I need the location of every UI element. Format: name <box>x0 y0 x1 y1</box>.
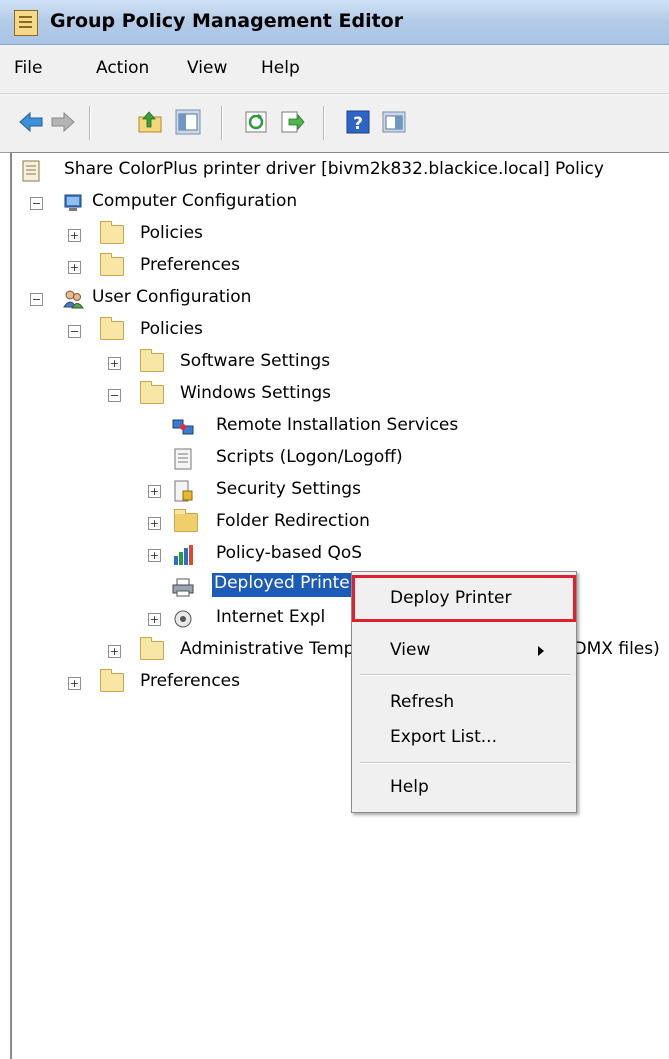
expand-icon[interactable]: + <box>148 485 161 498</box>
internet-explorer-icon <box>174 610 192 628</box>
folder-icon <box>174 509 198 532</box>
tree-item-label: Internet Explorer Maintenance <box>216 607 326 627</box>
menu-item-export-list[interactable]: Export List... <box>390 727 497 747</box>
back-icon[interactable] <box>18 109 44 135</box>
show-hide-console-tree-icon[interactable] <box>175 109 201 135</box>
folder-icon <box>100 253 124 276</box>
svg-text:?: ? <box>353 114 363 134</box>
help-icon[interactable]: ? <box>345 109 371 135</box>
tree-item-label: Preferences <box>140 255 240 275</box>
expand-icon[interactable]: + <box>148 549 161 562</box>
policy-document-icon <box>22 160 40 182</box>
tree-item-label: Security Settings <box>216 479 361 499</box>
menu-item-refresh[interactable]: Refresh <box>390 692 454 712</box>
title-bar: Group Policy Management Editor <box>0 0 669 45</box>
refresh-icon[interactable] <box>243 109 269 135</box>
folder-icon <box>140 381 164 404</box>
folder-icon <box>140 349 164 372</box>
window-title: Group Policy Management Editor <box>50 10 404 32</box>
folder-icon <box>100 317 124 340</box>
bar-chart-icon <box>174 545 193 565</box>
tree-item-label: Policy-based QoS <box>216 543 363 563</box>
tree-item-label: Policies <box>140 223 203 243</box>
computer-icon <box>64 194 82 211</box>
menu-file[interactable]: File <box>14 58 42 78</box>
printer-icon <box>172 578 194 597</box>
tree-item-label: Folder Redirection <box>216 511 370 531</box>
export-list-icon[interactable] <box>279 109 305 135</box>
up-folder-icon[interactable] <box>137 109 163 135</box>
menu-separator <box>360 762 570 764</box>
folder-icon <box>100 669 124 692</box>
collapse-icon[interactable]: − <box>30 197 43 210</box>
tree-item-label: Deployed Printers <box>212 573 354 597</box>
menu-bar: File Action View Help <box>0 45 669 94</box>
expand-icon[interactable]: + <box>68 229 81 242</box>
show-action-pane-icon[interactable] <box>381 109 407 135</box>
forward-icon[interactable] <box>50 109 76 135</box>
tree-item-label: Windows Settings <box>180 383 332 403</box>
toolbar-separator <box>221 106 223 140</box>
folder-icon <box>100 221 124 244</box>
menu-item-help[interactable]: Help <box>390 777 429 797</box>
expand-icon[interactable]: + <box>108 357 121 370</box>
expand-icon[interactable]: + <box>108 645 121 658</box>
tree-root-label: Share ColorPlus printer driver [bivm2k83… <box>64 159 604 179</box>
users-icon <box>63 290 84 309</box>
menu-action[interactable]: Action <box>96 58 149 78</box>
annotation-highlight-box <box>352 575 576 622</box>
expand-icon[interactable]: + <box>148 517 161 530</box>
menu-help[interactable]: Help <box>261 58 300 78</box>
tree-item-label: Scripts (Logon/Logoff) <box>216 447 403 467</box>
tree-item-label: Software Settings <box>180 351 331 371</box>
toolbar-separator <box>323 106 325 140</box>
toolbar-separator <box>89 106 91 140</box>
tree-item-label: Preferences <box>140 671 240 691</box>
remote-installation-icon <box>172 419 194 435</box>
folder-icon <box>140 637 164 660</box>
menu-separator <box>360 674 570 676</box>
tree-item-label: Computer Configuration <box>92 191 298 211</box>
expand-icon[interactable]: + <box>148 613 161 626</box>
collapse-icon[interactable]: − <box>108 389 121 402</box>
collapse-icon[interactable]: − <box>68 325 81 338</box>
security-settings-icon <box>174 480 193 502</box>
tree-item-label: Remote Installation Services <box>216 415 459 435</box>
submenu-arrow-icon <box>538 646 544 656</box>
expand-icon[interactable]: + <box>68 677 81 690</box>
collapse-icon[interactable]: − <box>30 293 43 306</box>
tree-item-label: User Configuration <box>92 287 252 307</box>
gpo-editor-icon <box>14 10 38 36</box>
toolbar: ? <box>0 94 669 153</box>
menu-item-view[interactable]: View <box>390 640 430 660</box>
tree-item-label: Policies <box>140 319 203 339</box>
menu-view[interactable]: View <box>187 58 227 78</box>
script-icon <box>174 448 192 470</box>
expand-icon[interactable]: + <box>68 261 81 274</box>
